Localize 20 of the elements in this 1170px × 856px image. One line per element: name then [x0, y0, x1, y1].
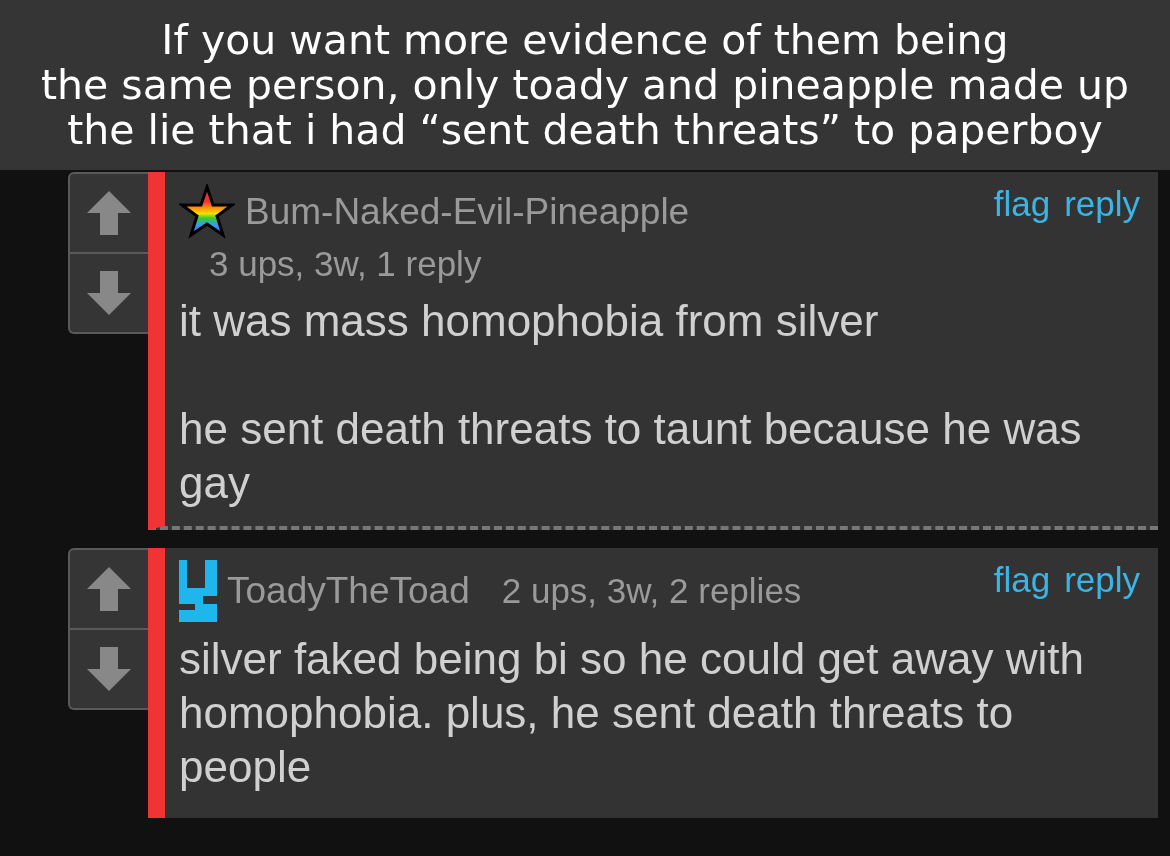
comment-text: it was mass homophobia from silver — [179, 295, 880, 347]
action-link[interactable]: flag — [993, 184, 1051, 224]
action-link[interactable]: reply — [1064, 184, 1140, 224]
comment-text: he sent death threats to taunt because he was gay — [179, 403, 1083, 509]
comment-meta: 2 ups, 3w, 2 replies — [501, 571, 802, 611]
action-link[interactable]: flag — [993, 560, 1051, 600]
downvote-arrow-icon[interactable] — [85, 269, 133, 317]
comment-meta: 3 ups, 3w, 1 reply — [209, 244, 483, 284]
upvote-arrow-icon[interactable] — [85, 189, 133, 237]
action-link[interactable]: reply — [1064, 560, 1140, 600]
upvote-arrow-icon[interactable] — [85, 565, 133, 613]
comment-text: silver faked being bi so he could get away with homophobia. plus, he sent death threats to people — [179, 633, 1085, 793]
username[interactable]: ToadyTheToad — [227, 570, 470, 612]
downvote-arrow-icon[interactable] — [85, 645, 133, 693]
pixel-figure-icon — [179, 560, 217, 622]
rainbow-star-icon — [179, 184, 235, 240]
caption-text: the lie that i had “sent death threats” to paperboy — [67, 107, 1103, 153]
caption-text: If you want more evidence of them being — [161, 17, 1009, 63]
caption-text: the same person, only toady and pineapple made up — [41, 62, 1129, 108]
username[interactable]: Bum-Naked-Evil-Pineapple — [245, 191, 690, 233]
